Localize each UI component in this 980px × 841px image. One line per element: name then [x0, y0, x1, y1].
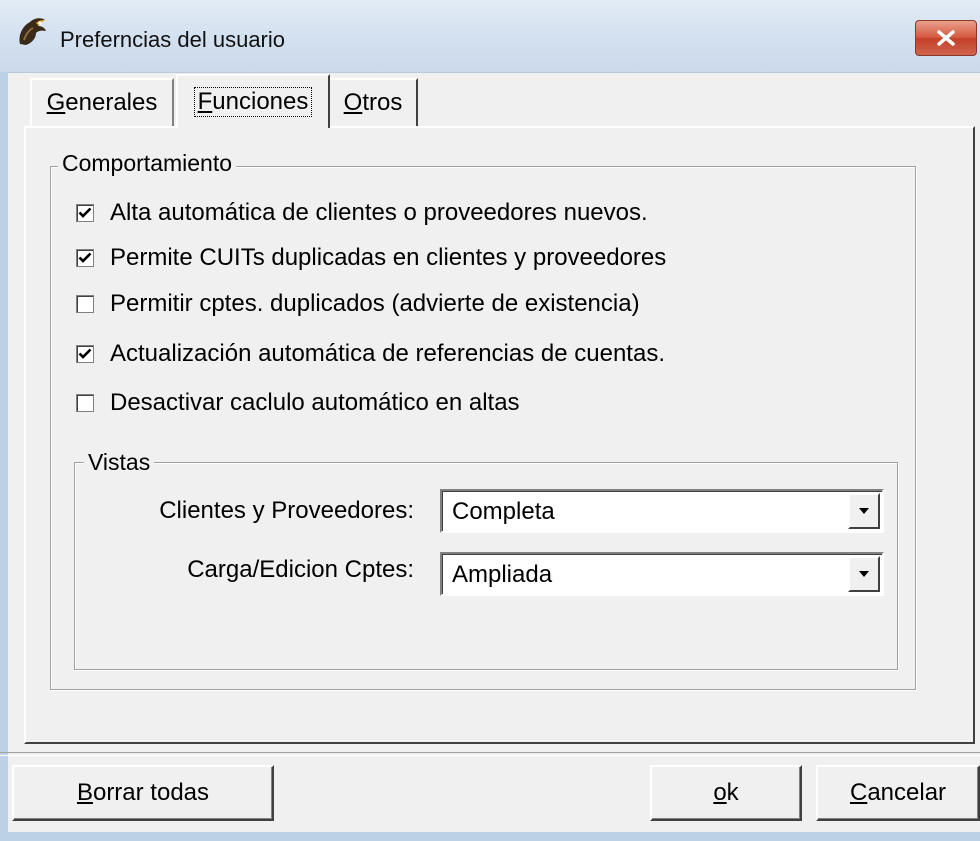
- tab-generales[interactable]: Generales: [30, 78, 174, 126]
- tab-otros-key: O: [343, 89, 363, 116]
- check-icon: [78, 348, 92, 359]
- chevron-down-icon: [859, 571, 869, 577]
- vistas-legend: Vistas: [84, 449, 155, 475]
- tab-funciones-label: unciones: [212, 88, 309, 115]
- comportamiento-legend: Comportamiento: [58, 150, 237, 176]
- checkbox-label: Permitir cptes. duplicados (advierte de …: [110, 290, 640, 317]
- checkbox-label: Desactivar caclulo automático en altas: [110, 389, 520, 416]
- carga-edicion-label: Carga/Edicion Cptes:: [187, 556, 414, 583]
- chevron-down-icon: [859, 508, 869, 514]
- close-icon: [937, 30, 955, 46]
- check-icon: [78, 252, 92, 263]
- window-frame-left: [0, 72, 8, 841]
- separator: [0, 752, 980, 756]
- checkbox-box[interactable]: [76, 345, 94, 363]
- checkbox-box[interactable]: [76, 204, 94, 222]
- tab-funciones-key: F: [197, 88, 213, 115]
- tab-otros[interactable]: Otros: [330, 78, 418, 126]
- ok-label: k: [726, 779, 739, 806]
- borrar-label: orrar todas: [92, 779, 210, 806]
- window-frame-bottom: [0, 832, 980, 841]
- close-button[interactable]: [915, 20, 977, 56]
- checkbox-alta-automatica[interactable]: Alta automática de clientes o proveedore…: [76, 198, 648, 228]
- check-icon: [78, 207, 92, 218]
- checkbox-permitir-cptes[interactable]: Permitir cptes. duplicados (advierte de …: [76, 289, 640, 319]
- select-value: Ampliada: [452, 561, 553, 588]
- tab-generales-key: G: [46, 89, 66, 116]
- ok-button[interactable]: ok: [650, 765, 802, 821]
- app-icon: [14, 14, 50, 50]
- borrar-todas-button[interactable]: Borrar todas: [12, 765, 274, 821]
- checkbox-box[interactable]: [76, 394, 94, 412]
- ok-key: o: [713, 779, 727, 806]
- window-title: Preferncias del usuario: [60, 27, 286, 52]
- tab-otros-label: tros: [362, 89, 403, 116]
- checkbox-label: Actualización automática de referencias …: [110, 340, 665, 367]
- cancelar-button[interactable]: Cancelar: [816, 765, 980, 821]
- dropdown-button[interactable]: [848, 493, 880, 529]
- clientes-proveedores-label: Clientes y Proveedores:: [159, 497, 414, 524]
- checkbox-box[interactable]: [76, 249, 94, 267]
- cancelar-key: C: [849, 779, 868, 806]
- carga-edicion-select[interactable]: Ampliada: [440, 552, 884, 596]
- checkbox-box[interactable]: [76, 295, 94, 313]
- dropdown-button[interactable]: [848, 556, 880, 592]
- borrar-key: B: [76, 779, 93, 806]
- checkbox-label: Alta automática de clientes o proveedore…: [110, 199, 648, 226]
- title-bar[interactable]: Preferncias del usuario: [0, 0, 980, 73]
- tab-generales-label: enerales: [65, 89, 158, 116]
- checkbox-label: Permite CUITs duplicadas en clientes y p…: [110, 244, 667, 271]
- tab-funciones[interactable]: Funciones: [176, 74, 330, 128]
- select-value: Completa: [452, 498, 555, 525]
- cancelar-label: ancelar: [867, 779, 947, 806]
- checkbox-desactivar-calculo[interactable]: Desactivar caclulo automático en altas: [76, 388, 520, 418]
- checkbox-actualizacion-automatica[interactable]: Actualización automática de referencias …: [76, 339, 665, 369]
- clientes-proveedores-select[interactable]: Completa: [440, 489, 884, 533]
- checkbox-permite-cuits[interactable]: Permite CUITs duplicadas en clientes y p…: [76, 243, 666, 273]
